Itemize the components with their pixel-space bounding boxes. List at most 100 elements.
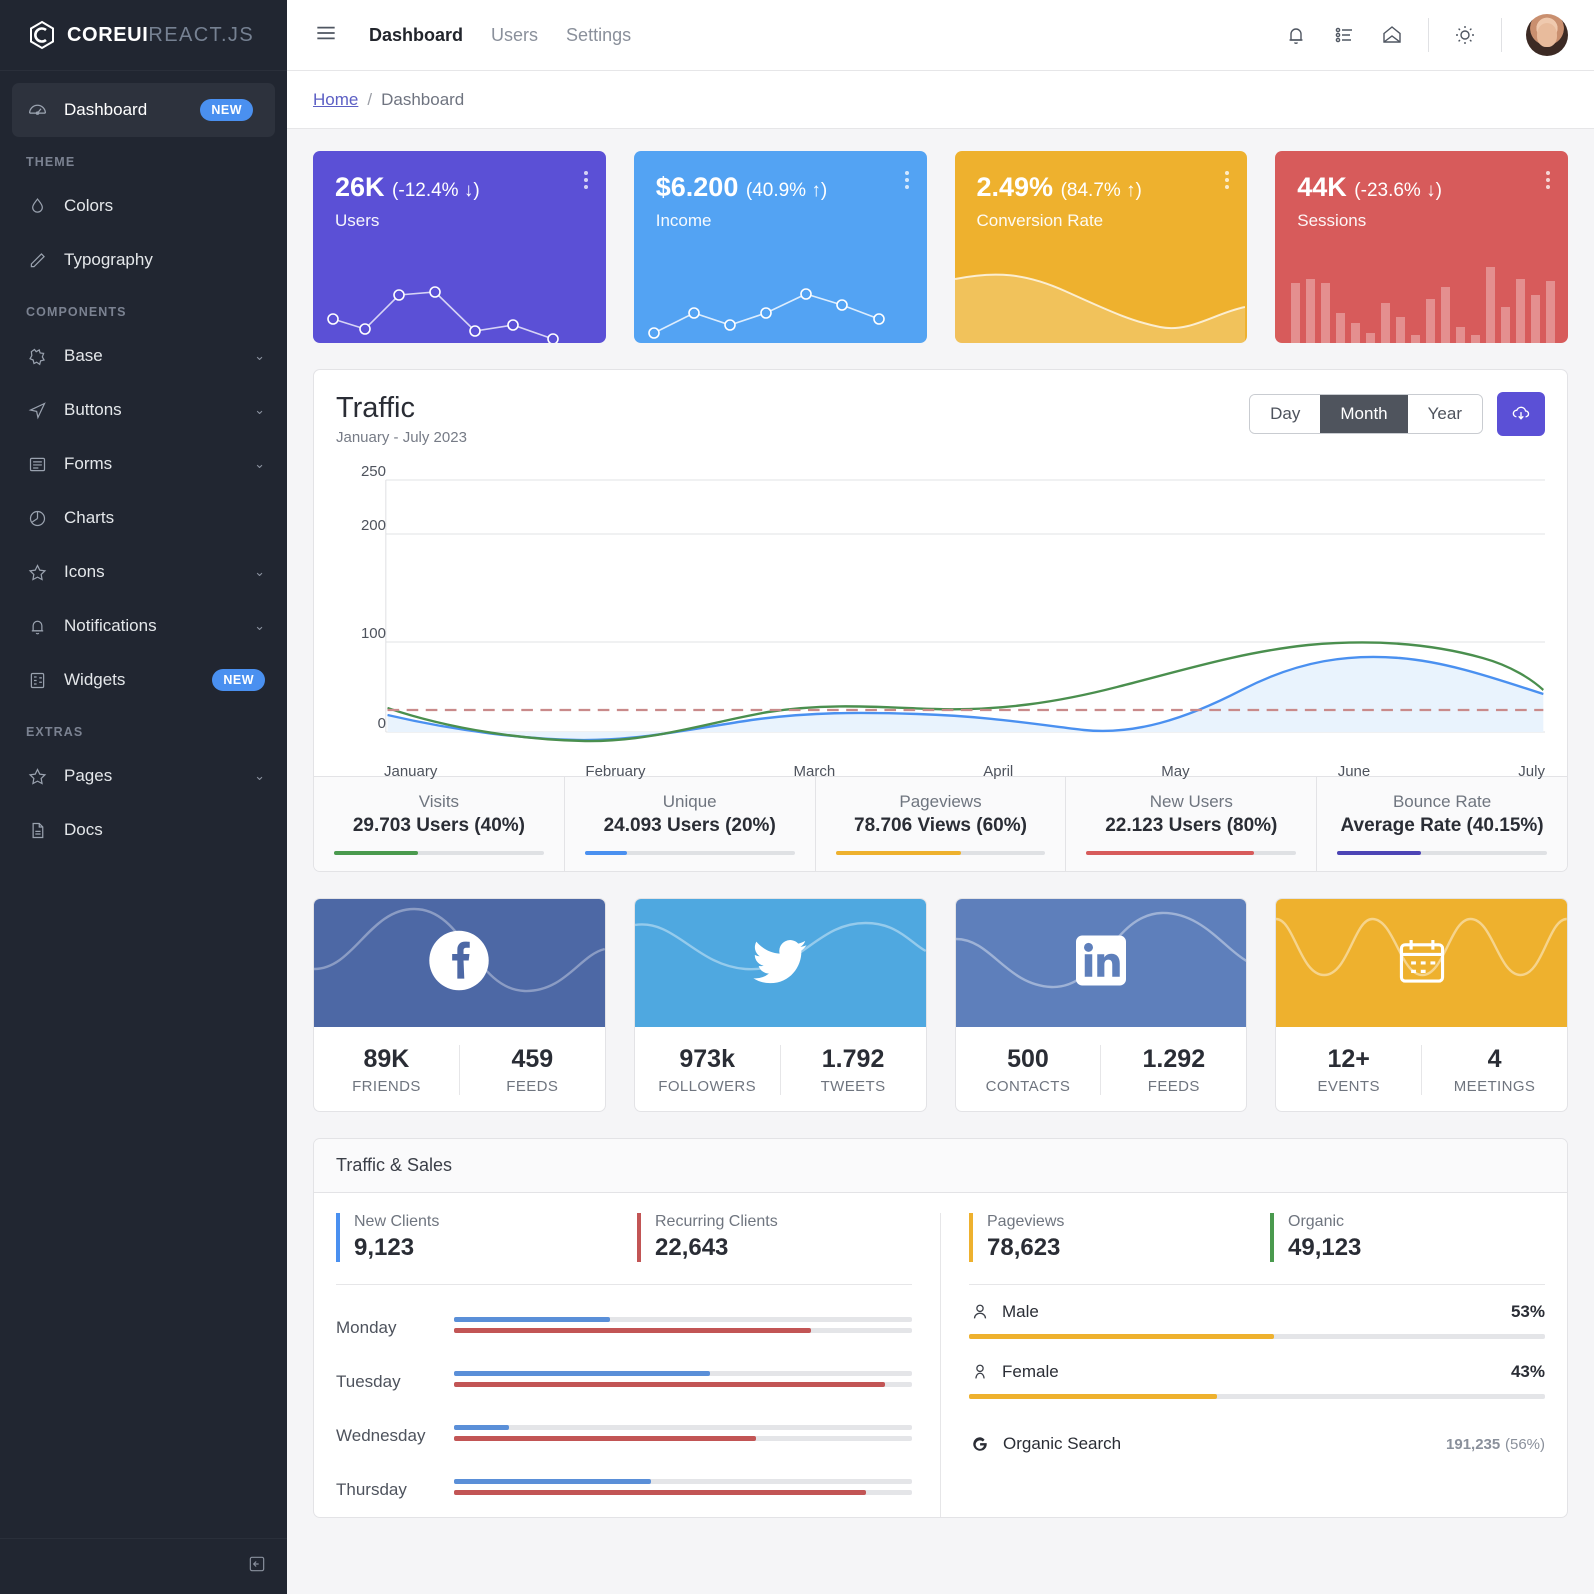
traffic-stat-value: 29.703 Users (40%) [352, 815, 525, 836]
sidebar-item-notifications[interactable]: Notifications ⌄ [0, 599, 287, 653]
traffic-sales-body: New Clients 9,123 Recurring Clients 22,6… [314, 1193, 1567, 1517]
gender-percent: 53% [1510, 1302, 1545, 1321]
day-bar-red [454, 1382, 912, 1387]
mini-stat-label: New Clients [354, 1213, 440, 1230]
stat-card-income[interactable]: $6.200 (40.9% ↑) Income [633, 151, 927, 343]
cloud-download-icon[interactable] [1497, 392, 1545, 436]
mini-stat-label: Pageviews [987, 1213, 1065, 1230]
day-label: Thursday [336, 1480, 407, 1499]
traffic-stat-value: 24.093 Users (20%) [603, 815, 776, 836]
sidebar-item-base[interactable]: Base ⌄ [0, 329, 287, 383]
social-card-linkedin[interactable]: 500 CONTACTS 1.292 FEEDS [954, 898, 1248, 1112]
social-card-calendar[interactable]: 12+ EVENTS 4 MEETINGS [1275, 898, 1568, 1112]
envelope-icon[interactable] [1380, 23, 1404, 47]
barchart-sessions [1291, 267, 1556, 343]
mini-stat-recurring-clients: Recurring Clients 22,643 [637, 1213, 912, 1262]
calculator-icon [26, 669, 48, 691]
sidebar-item-buttons[interactable]: Buttons ⌄ [0, 383, 287, 437]
social-stat-number: 89K [363, 1045, 410, 1073]
traffic-stat-progress [835, 851, 1046, 855]
stat-card-title: Income [655, 210, 712, 230]
header-nav-dashboard[interactable]: Dashboard [369, 25, 463, 46]
day-label: Monday [336, 1318, 397, 1337]
sidebar-item-dashboard[interactable]: Dashboard NEW [12, 83, 275, 137]
twitter-icon [748, 929, 812, 998]
traffic-controls: Day Month Year [1249, 392, 1545, 436]
day-label: Tuesday [336, 1372, 401, 1391]
sidebar-item-docs[interactable]: Docs [0, 803, 287, 857]
stat-card-title: Conversion Rate [976, 210, 1104, 230]
sidebar-item-label: Dashboard [64, 100, 148, 119]
mini-stat-label: Recurring Clients [655, 1213, 778, 1230]
social-stats: 89K FRIENDS 459 FEEDS [314, 1027, 605, 1111]
social-stat-number: 4 [1487, 1045, 1502, 1073]
sun-icon[interactable] [1453, 23, 1477, 47]
social-banner [314, 899, 605, 1027]
social-stat-caption: FEEDS [1147, 1078, 1200, 1095]
stat-card-sessions[interactable]: 44K (-23.6% ↓) Sessions [1275, 151, 1568, 343]
options-dots-icon[interactable] [1225, 171, 1230, 189]
sidebar-item-colors[interactable]: Colors [0, 179, 287, 233]
social-stat-number: 1.792 [821, 1045, 885, 1073]
social-stat-caption: TWEETS [820, 1078, 886, 1095]
traffic-stat-label: Visits [418, 792, 460, 811]
mini-stat-value: 49,123 [1288, 1234, 1362, 1261]
social-stat-cell: 1.792 TWEETS [779, 1045, 926, 1095]
user-avatar[interactable] [1526, 14, 1568, 56]
social-stat-cell: 459 FEEDS [458, 1045, 605, 1095]
sidebar-item-charts[interactable]: Charts [0, 491, 287, 545]
options-dots-icon[interactable] [583, 171, 588, 189]
sidebar-item-widgets[interactable]: Widgets NEW [0, 653, 287, 707]
sidebar-item-forms[interactable]: Forms ⌄ [0, 437, 287, 491]
traffic-sales-right: Pageviews 78,623 Organic 49,123 Male 53%… [941, 1213, 1545, 1517]
options-dots-icon[interactable] [904, 171, 909, 189]
sidebar-item-typography[interactable]: Typography [0, 233, 287, 287]
range-month-button[interactable]: Month [1320, 395, 1408, 433]
gender-row-male: Male 53% [969, 1301, 1545, 1339]
stat-card-conversion-rate[interactable]: 2.49% (84.7% ↑) Conversion Rate [954, 151, 1248, 343]
sidebar-item-label: Notifications [64, 616, 157, 635]
traffic-header: Traffic January - July 2023 Day Month Ye… [314, 370, 1567, 446]
hamburger-menu-icon[interactable] [313, 20, 339, 51]
chevron-down-icon: ⌄ [254, 564, 265, 579]
google-g-icon [969, 1433, 991, 1455]
chart-xtick-june: June [1337, 763, 1371, 780]
stat-card-value: 44K (-23.6% ↓) [1297, 172, 1546, 203]
header-nav-users[interactable]: Users [491, 25, 538, 46]
day-bar-red [454, 1328, 912, 1333]
sparkline-users [327, 286, 559, 343]
sidebar-item-icons[interactable]: Icons ⌄ [0, 545, 287, 599]
day-bars [454, 1425, 912, 1447]
range-year-button[interactable]: Year [1407, 395, 1482, 433]
task-list-icon[interactable] [1332, 23, 1356, 47]
gender-percent: 43% [1510, 1362, 1545, 1381]
mini-stat-value: 78,623 [987, 1234, 1061, 1261]
chart-ytick-250: 250 [360, 463, 386, 480]
male-user-icon [969, 1301, 991, 1323]
traffic-stat-pageviews: Pageviews 78.706 Views (60%) [814, 777, 1066, 871]
range-day-button[interactable]: Day [1250, 395, 1321, 433]
speedometer-icon [26, 99, 48, 121]
traffic-chart: 250 200 100 0 January February March Apr… [314, 446, 1567, 780]
source-label: Organic Search [1003, 1434, 1122, 1453]
brand[interactable]: COREUIREACT.JS [0, 0, 287, 71]
chart-xtick-march: March [793, 763, 836, 780]
sidebar-nav: Dashboard NEW THEME Colors Typography CO… [0, 71, 287, 1538]
social-card-twitter[interactable]: 973k FOLLOWERS 1.792 TWEETS [633, 898, 927, 1112]
collapse-sidebar-icon[interactable] [247, 1554, 267, 1579]
options-dots-icon[interactable] [1546, 171, 1550, 189]
breadcrumb-home[interactable]: Home [313, 90, 358, 110]
social-stat-number: 973k [679, 1045, 735, 1073]
sidebar-item-pages[interactable]: Pages ⌄ [0, 749, 287, 803]
bell-icon [26, 615, 48, 637]
stat-card-users[interactable]: 26K (-12.4% ↓) Users [313, 151, 606, 343]
bell-icon[interactable] [1284, 23, 1308, 47]
notes-icon [26, 453, 48, 475]
header-nav-settings[interactable]: Settings [566, 25, 631, 46]
stat-delta-text: (84.7% ↑) [1060, 180, 1142, 201]
social-stat-cell: 1.292 FEEDS [1100, 1045, 1246, 1095]
social-card-facebook[interactable]: 89K FRIENDS 459 FEEDS [313, 898, 606, 1112]
sidebar-section-components: COMPONENTS [26, 305, 127, 319]
social-stat-caption: FOLLOWERS [658, 1078, 757, 1095]
social-banner [634, 899, 926, 1027]
